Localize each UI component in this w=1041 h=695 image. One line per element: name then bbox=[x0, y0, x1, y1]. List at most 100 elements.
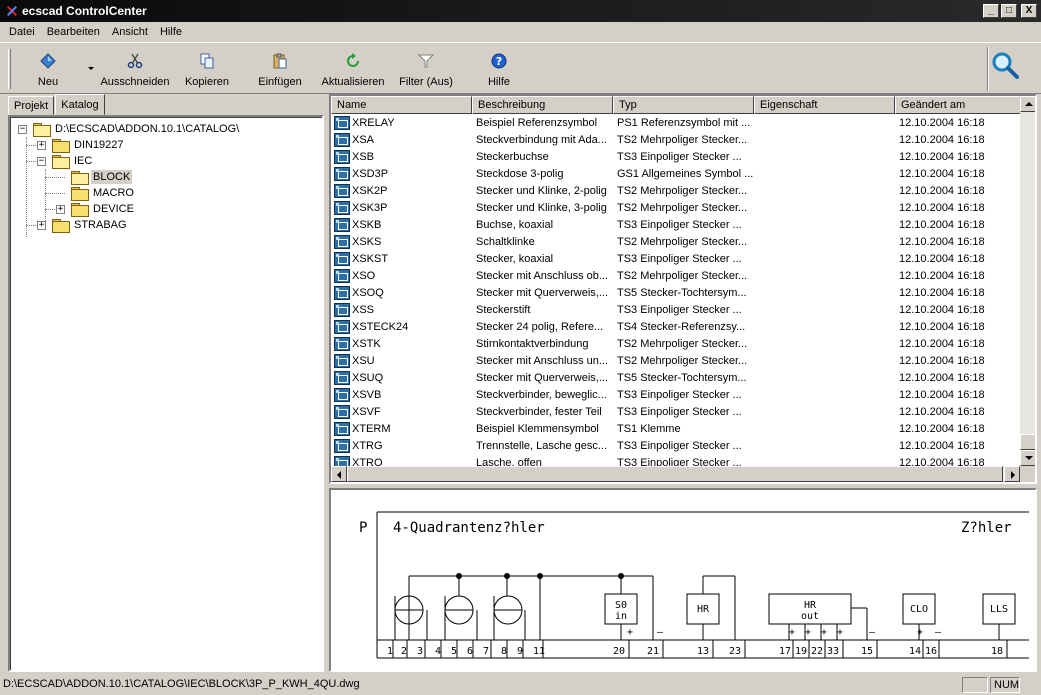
cell-type: GS1 Allgemeines Symbol ... bbox=[613, 168, 754, 180]
tree-item-din19227[interactable]: + DIN19227 bbox=[37, 137, 126, 153]
scroll-down-button[interactable] bbox=[1020, 450, 1035, 466]
copy-button[interactable]: Kopieren bbox=[184, 51, 230, 89]
cell-type-text: TS2 Mehrpoliger Stecker... bbox=[617, 184, 748, 197]
maximize-button[interactable]: □ bbox=[1001, 4, 1017, 18]
symbol-list[interactable]: Name Beschreibung Typ Eigenschaft Geände… bbox=[329, 94, 1037, 484]
list-row[interactable]: XRELAY Beispiel Referenzsymbol PS1 Referen… bbox=[331, 114, 1021, 131]
cell-modified: 12.10.2004 16:18 bbox=[895, 253, 1021, 265]
list-row[interactable]: XSUQ Stecker mit Querverweis,... TS5 Steck… bbox=[331, 369, 1021, 386]
tree-item-label: STRABAG bbox=[74, 219, 127, 231]
cell-name-text: XSUQ bbox=[352, 371, 384, 384]
cell-modified-text: 12.10.2004 16:18 bbox=[899, 388, 985, 401]
tree-item-device[interactable]: + DEVICE bbox=[56, 201, 136, 217]
cell-type: TS5 Stecker-Tochtersym... bbox=[613, 287, 754, 299]
list-row[interactable]: XSOQ Stecker mit Querverweis,... TS5 Steck… bbox=[331, 284, 1021, 301]
expand-icon[interactable]: + bbox=[37, 140, 46, 150]
list-row[interactable]: XSA Steckverbindung mit Ada... TS2 Mehrpol… bbox=[331, 131, 1021, 148]
cell-description-text: Trennstelle, Lasche gesc... bbox=[476, 439, 608, 452]
list-row[interactable]: XTRG Trennstelle, Lasche gesc... TS3 Einpo… bbox=[331, 437, 1021, 454]
arrow-left-icon bbox=[337, 471, 341, 479]
catalog-tree[interactable]: − D:\ECSCAD\ADDON.10.1\CATALOG\ + DIN192… bbox=[8, 115, 324, 672]
cell-description: Steckverbindung mit Ada... bbox=[472, 134, 613, 146]
terminal-label: 9 bbox=[517, 646, 523, 657]
horizontal-scroll-thumb[interactable] bbox=[347, 466, 1003, 482]
list-row[interactable]: XSTK Stirnkontaktverbindung TS2 Mehrpolige… bbox=[331, 335, 1021, 352]
scroll-thumb[interactable] bbox=[1020, 434, 1035, 450]
column-header-property[interactable]: Eigenschaft bbox=[754, 96, 895, 114]
list-row[interactable]: XSD3P Steckdose 3-polig GS1 Allgemeines Sy… bbox=[331, 165, 1021, 182]
minimize-button[interactable]: _ bbox=[983, 4, 999, 18]
scroll-left-button[interactable] bbox=[331, 466, 347, 482]
cell-description: Steckerstift bbox=[472, 304, 613, 316]
terminal-label: 18 bbox=[991, 646, 1003, 657]
help-button[interactable]: ? Hilfe bbox=[484, 51, 514, 89]
cell-description: Stecker 24 polig, Refere... bbox=[472, 321, 613, 333]
cell-type: TS3 Einpoliger Stecker ... bbox=[613, 440, 754, 452]
list-row[interactable]: XSO Stecker mit Anschluss ob... TS2 Mehrpo… bbox=[331, 267, 1021, 284]
collapse-icon[interactable]: − bbox=[37, 156, 46, 166]
tab-projekt[interactable]: Projekt bbox=[8, 96, 55, 115]
menu-hilfe[interactable]: Hilfe bbox=[154, 26, 188, 38]
svg-text:?: ? bbox=[496, 55, 502, 68]
list-row[interactable]: XSKS Schaltklinke TS2 Mehrpoliger Stecker.… bbox=[331, 233, 1021, 250]
menu-bearbeiten[interactable]: Bearbeiten bbox=[41, 26, 106, 38]
app-icon[interactable] bbox=[4, 3, 20, 19]
list-row[interactable]: XSTECK24 Stecker 24 polig, Refere... TS4 S… bbox=[331, 318, 1021, 335]
cell-modified-text: 12.10.2004 16:18 bbox=[899, 150, 985, 163]
new-dropdown-arrow-icon[interactable] bbox=[88, 67, 94, 70]
cell-description: Trennstelle, Lasche gesc... bbox=[472, 440, 613, 452]
list-row[interactable]: XSKB Buchse, koaxial TS3 Einpoliger Stecke… bbox=[331, 216, 1021, 233]
filter-button[interactable]: Filter (Aus) bbox=[396, 51, 456, 89]
title-bar: ecscad ControlCenter _ □ X bbox=[0, 0, 1041, 22]
list-row[interactable]: XTERM Beispiel Klemmensymbol TS1 Klemme 12.… bbox=[331, 420, 1021, 437]
vertical-scrollbar[interactable] bbox=[1020, 96, 1035, 466]
column-header-type[interactable]: Typ bbox=[613, 96, 754, 114]
cell-modified: 12.10.2004 16:18 bbox=[895, 236, 1021, 248]
tree-item-root[interactable]: − D:\ECSCAD\ADDON.10.1\CATALOG\ bbox=[18, 121, 241, 137]
tree-item-block[interactable]: BLOCK bbox=[71, 169, 133, 185]
cell-name-text: XSVF bbox=[352, 405, 381, 418]
status-bar: D:\ECSCAD\ADDON.10.1\CATALOG\IEC\BLOCK\3… bbox=[0, 675, 1041, 695]
expand-icon[interactable]: + bbox=[37, 220, 46, 230]
tab-katalog[interactable]: Katalog bbox=[55, 94, 105, 115]
paste-button[interactable]: Einfügen bbox=[256, 51, 304, 89]
cell-type: TS2 Mehrpoliger Stecker... bbox=[613, 185, 754, 197]
close-button[interactable]: X bbox=[1021, 4, 1037, 18]
list-row[interactable]: XSVF Steckverbinder, fester Teil TS3 Einpo… bbox=[331, 403, 1021, 420]
column-header-description[interactable]: Beschreibung bbox=[472, 96, 613, 114]
cell-modified: 12.10.2004 16:18 bbox=[895, 151, 1021, 163]
horizontal-scrollbar[interactable] bbox=[331, 466, 1020, 482]
cell-name-text: XSKST bbox=[352, 252, 389, 265]
menu-datei[interactable]: Datei bbox=[3, 26, 41, 38]
refresh-label: Aktualisieren bbox=[321, 76, 385, 88]
search-button[interactable] bbox=[990, 50, 1020, 82]
new-button[interactable]: Neu bbox=[28, 51, 68, 89]
tree-item-label: IEC bbox=[74, 155, 93, 167]
toolbar-grip[interactable] bbox=[8, 49, 11, 89]
list-row[interactable]: XSS Steckerstift TS3 Einpoliger Stecker ..… bbox=[331, 301, 1021, 318]
scroll-up-button[interactable] bbox=[1020, 96, 1035, 112]
list-row[interactable]: XSB Steckerbuchse TS3 Einpoliger Stecker .… bbox=[331, 148, 1021, 165]
list-row[interactable]: XSU Stecker mit Anschluss un... TS2 Mehrpo… bbox=[331, 352, 1021, 369]
collapse-icon[interactable]: − bbox=[18, 124, 27, 134]
tree-item-macro[interactable]: MACRO bbox=[71, 185, 136, 201]
symbol-file-icon bbox=[334, 302, 350, 317]
tree-item-strabag[interactable]: + STRABAG bbox=[37, 217, 129, 233]
menu-ansicht[interactable]: Ansicht bbox=[106, 26, 154, 38]
column-header-name[interactable]: Name bbox=[331, 96, 472, 114]
cut-button[interactable]: Ausschneiden bbox=[98, 51, 172, 89]
expand-icon[interactable]: + bbox=[56, 204, 65, 214]
column-header-modified[interactable]: Geändert am bbox=[895, 96, 1021, 114]
terminal-label: 5 bbox=[451, 646, 457, 657]
cell-description: Stecker, koaxial bbox=[472, 253, 613, 265]
list-row[interactable]: XSKST Stecker, koaxial TS3 Einpoliger Stec… bbox=[331, 250, 1021, 267]
scroll-right-button[interactable] bbox=[1004, 466, 1020, 482]
list-row[interactable]: XSK3P Stecker und Klinke, 3-polig TS2 Mehr… bbox=[331, 199, 1021, 216]
list-row[interactable]: XSVB Steckverbinder, beweglic... TS3 Einpo… bbox=[331, 386, 1021, 403]
refresh-button[interactable]: Aktualisieren bbox=[320, 51, 386, 89]
tree-item-iec[interactable]: − IEC bbox=[37, 153, 94, 169]
list-row[interactable]: XSK2P Stecker und Klinke, 2-polig TS2 Mehr… bbox=[331, 182, 1021, 199]
symbol-file-icon bbox=[334, 336, 350, 351]
box-label: out bbox=[801, 611, 819, 622]
box-label: S0 bbox=[615, 600, 627, 611]
